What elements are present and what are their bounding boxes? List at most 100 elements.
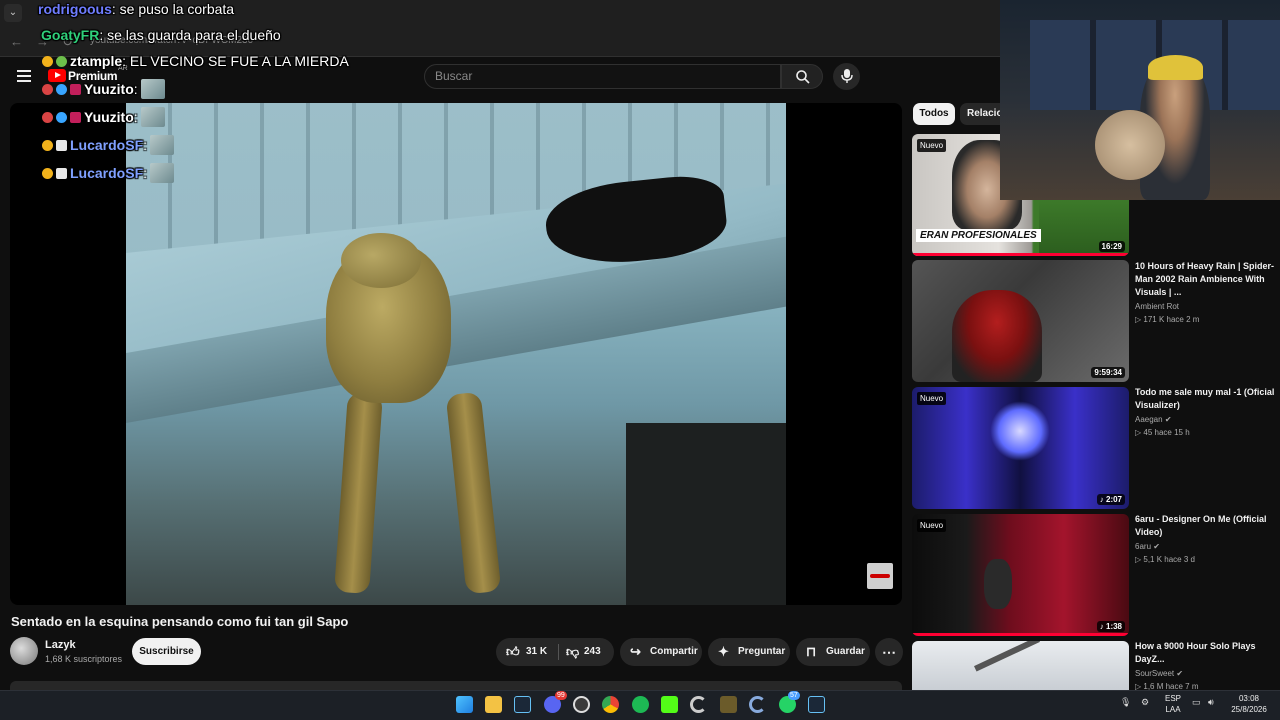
verified-icon: ✔: [1176, 669, 1184, 678]
chat-badge-icon: [42, 168, 53, 179]
player-corner-icon[interactable]: [867, 563, 893, 589]
steam-icon[interactable]: [514, 696, 531, 713]
new-badge: Nuevo: [917, 392, 947, 405]
subscribe-button[interactable]: Suscribirse: [132, 638, 201, 665]
chip-all[interactable]: Todos: [913, 103, 955, 125]
channel-name: 6aru: [1135, 542, 1152, 551]
volume-tray-icon[interactable]: 🔊︎: [1208, 697, 1214, 708]
chat-emote: [140, 107, 165, 127]
bookmark-icon: ⊓: [806, 644, 817, 659]
back-arrow-icon[interactable]: ←: [10, 34, 23, 49]
spotify-icon[interactable]: [632, 696, 649, 713]
frog-leg: [334, 392, 383, 594]
recommended-meta: ▷ 171 K hace 2 m: [1135, 315, 1200, 324]
network-tray-icon[interactable]: ⚙: [1141, 697, 1149, 708]
dislike-count[interactable]: 243: [584, 638, 601, 666]
channel-avatar[interactable]: [10, 637, 38, 665]
more-actions-button[interactable]: ⋯: [875, 638, 903, 666]
duration-badge: 16:29: [1098, 241, 1125, 252]
recommended-channel[interactable]: Ambient Rot: [1135, 302, 1179, 311]
chrome-icon[interactable]: [602, 696, 619, 713]
search-icon: [796, 70, 810, 84]
new-badge: Nuevo: [917, 519, 947, 532]
chat-username: Yuuzito: [84, 81, 134, 97]
obs-icon[interactable]: [573, 696, 590, 713]
tab-search-button[interactable]: ⌄: [4, 4, 22, 22]
clock-date: 25/8/2026: [1231, 705, 1267, 714]
recommended-thumbnail[interactable]: 9:59:34: [912, 260, 1129, 382]
voice-search-button[interactable]: [833, 63, 860, 90]
clock-time: 03:08: [1238, 694, 1260, 703]
chat-message: LucardoSF:: [42, 163, 175, 183]
chat-username: rodrigoous: [38, 1, 112, 17]
chat-username: Yuuzito: [84, 109, 134, 125]
microphone-tray-icon[interactable]: 🎙︎: [1120, 697, 1131, 708]
chat-badge-icon: [42, 140, 53, 151]
recommended-channel[interactable]: Aaegan ✔: [1135, 415, 1172, 424]
search-button[interactable]: [781, 64, 823, 89]
app-icon[interactable]: [690, 696, 707, 713]
channel-name[interactable]: Lazyk: [45, 639, 76, 651]
browser-icon[interactable]: [749, 696, 766, 713]
save-button[interactable]: ⊓ Guardar: [796, 638, 870, 666]
chat-badge-icon: [56, 112, 67, 123]
chat-message: ztample: EL VECINO SE FUE A LA MIERDA: [42, 53, 349, 69]
subscriber-count: 1,68 K suscriptores: [45, 654, 123, 664]
recommended-channel[interactable]: 6aru ✔: [1135, 542, 1160, 551]
recommended-thumbnail[interactable]: Nuevo ♪ 1:38: [912, 514, 1129, 636]
like-icon[interactable]: 👍︎: [506, 638, 520, 666]
recommended-thumbnail[interactable]: [912, 641, 1129, 690]
chat-emote: [150, 163, 175, 183]
keyboard-layout: LAA: [1165, 705, 1181, 714]
steam-icon[interactable]: [808, 696, 825, 713]
share-button[interactable]: ↪ Compartir: [620, 638, 702, 666]
recommended-thumbnail[interactable]: Nuevo ♪ 2:07: [912, 387, 1129, 509]
webcam-dog: [1095, 110, 1165, 180]
microphone-icon: [841, 69, 853, 83]
display-tray-icon[interactable]: ▭: [1192, 697, 1201, 708]
game-icon[interactable]: [720, 696, 737, 713]
chat-message: Yuuzito:: [42, 79, 165, 99]
chat-badge-icon: [56, 84, 67, 95]
video-frame: [126, 103, 786, 605]
recommended-title[interactable]: 6aru - Designer On Me (Official Video): [1135, 513, 1275, 539]
chat-text: :: [143, 165, 148, 181]
system-clock[interactable]: 03:08 25/8/2026: [1226, 693, 1272, 715]
kick-icon[interactable]: [661, 696, 678, 713]
new-badge: Nuevo: [917, 139, 947, 152]
chat-badge-icon: [70, 112, 81, 123]
recommended-title[interactable]: How a 9000 Hour Solo Plays DayZ...: [1135, 640, 1275, 666]
recommended-title[interactable]: Todo me sale muy mal -1 (Oficial Visuali…: [1135, 386, 1275, 412]
chat-text: :: [133, 81, 138, 97]
file-explorer-icon[interactable]: [485, 696, 502, 713]
windows-start-icon[interactable]: [456, 696, 473, 713]
channel-name: Aaegan: [1135, 415, 1163, 424]
recommended-title[interactable]: 10 Hours of Heavy Rain | Spider-Man 2002…: [1135, 260, 1275, 299]
chat-username: LucardoSF: [70, 137, 144, 153]
chat-message: GoatyFR: se las guarda para el dueño: [41, 27, 281, 43]
recommended-meta: ▷ 45 hace 15 h: [1135, 428, 1190, 437]
thumbnail-figure: [984, 559, 1012, 609]
shadow-area: [626, 423, 786, 605]
chat-text: :: [143, 137, 148, 153]
like-count[interactable]: 31 K: [526, 638, 547, 666]
language-code: ESP: [1164, 694, 1181, 703]
webcam-cap: [1148, 55, 1203, 80]
chat-text: : EL VECINO SE FUE A LA MIERDA: [122, 53, 349, 69]
dislike-icon[interactable]: 👎︎: [566, 638, 579, 666]
discord-notification-badge: 99: [555, 691, 567, 700]
chat-username: LucardoSF: [70, 165, 144, 181]
menu-icon[interactable]: [17, 70, 31, 82]
chat-badge-icon: [42, 84, 53, 95]
recommended-channel[interactable]: SourSweet ✔: [1135, 669, 1183, 678]
search-input[interactable]: Buscar: [424, 64, 781, 89]
duration-badge: 9:59:34: [1091, 367, 1125, 378]
channel-name: SourSweet: [1135, 669, 1175, 678]
verified-icon: ✔: [1153, 542, 1160, 551]
chat-emote: [140, 79, 165, 99]
duration-badge: ♪ 2:07: [1096, 494, 1125, 505]
thumbnail-emblem: [990, 401, 1050, 461]
share-icon: ↪: [630, 644, 641, 659]
ask-button[interactable]: ✦ Preguntar: [708, 638, 790, 666]
language-indicator[interactable]: ESP LAA: [1162, 693, 1184, 715]
